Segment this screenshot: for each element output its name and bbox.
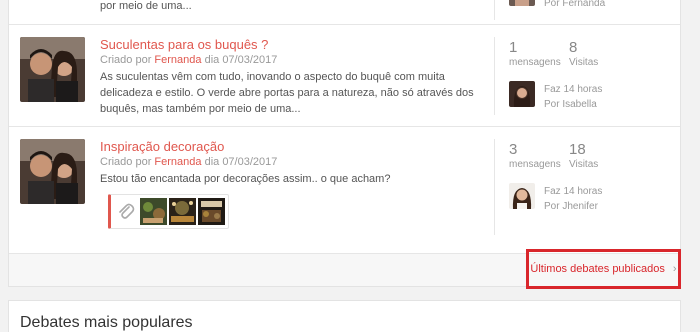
author-link[interactable]: Fernanda <box>154 156 201 168</box>
meta-prefix: Criado por <box>100 156 152 168</box>
latest-debates-link[interactable]: Últimos debates publicados › <box>526 249 681 289</box>
meta-date: dia 07/03/2017 <box>204 54 278 66</box>
messages-label: mensagens <box>509 159 561 170</box>
last-reply-time: Faz 14 horas <box>544 84 603 95</box>
last-reply-author[interactable]: Por Jhenifer <box>544 199 602 214</box>
last-reply-author[interactable]: Por Isabella <box>544 97 602 112</box>
messages-stat: 1 mensagens <box>509 39 561 68</box>
attachment-thumbnail[interactable] <box>198 198 225 225</box>
row-divider <box>494 0 495 20</box>
topic-meta: Criado por Fernanda dia 07/03/2017 <box>100 156 277 168</box>
messages-label: mensagens <box>509 57 561 68</box>
visits-label: Visitas <box>569 57 599 68</box>
author-link[interactable]: Fernanda <box>154 54 201 66</box>
last-reply-author[interactable]: Por Fernanda <box>544 0 605 9</box>
topic-title-link[interactable]: Suculentas para os buquês ? <box>100 37 268 52</box>
topic-title-link[interactable]: Inspiração decoração <box>100 139 224 154</box>
messages-count: 1 <box>509 39 518 56</box>
last-reply-avatar[interactable] <box>509 183 535 209</box>
topic-row: Suculentas para os buquês ? Criado por F… <box>9 25 680 127</box>
avatar[interactable] <box>20 139 85 204</box>
messages-count: 3 <box>509 141 518 158</box>
attachment-thumbnail[interactable] <box>169 198 196 225</box>
meta-date: dia 07/03/2017 <box>204 156 278 168</box>
last-reply-avatar[interactable] <box>509 0 535 6</box>
visits-stat: 8 Visitas <box>569 39 598 68</box>
chevron-right-icon: › <box>672 263 677 275</box>
avatar[interactable] <box>20 37 85 102</box>
topic-row: Inspiração decoração Criado por Fernanda… <box>9 127 680 253</box>
popular-debates-panel: Debates mais populares <box>8 300 681 332</box>
last-reply-time: Faz 14 horas <box>544 186 603 197</box>
row-divider <box>494 37 495 115</box>
topic-excerpt: As suculentas vêm com tudo, inovando o a… <box>100 71 474 115</box>
topic-meta: Criado por Fernanda dia 07/03/2017 <box>100 54 277 66</box>
paperclip-icon <box>117 202 135 227</box>
visits-count: 8 <box>569 39 578 56</box>
row-divider <box>494 139 495 235</box>
topic-excerpt: por meio de uma... <box>100 0 192 12</box>
attachment-thumbnail[interactable] <box>140 198 167 225</box>
attachments-strip[interactable] <box>108 194 229 229</box>
debates-panel: por meio de uma... Por Fernanda Suculent… <box>8 0 681 287</box>
topic-excerpt: Estou tão encantada por decorações assim… <box>100 173 391 185</box>
messages-stat: 3 mensagens <box>509 141 561 170</box>
visits-count: 18 <box>569 141 586 158</box>
topic-row-partial: por meio de uma... Por Fernanda <box>9 0 680 25</box>
meta-prefix: Criado por <box>100 54 152 66</box>
last-reply-avatar[interactable] <box>509 81 535 107</box>
visits-label: Visitas <box>569 159 599 170</box>
latest-debates-label: Últimos debates publicados <box>530 263 665 275</box>
section-title: Debates mais populares <box>20 314 193 331</box>
last-reply-info: Faz 14 horas Por Isabella <box>544 82 602 112</box>
last-reply-info: Faz 14 horas Por Jhenifer <box>544 184 602 214</box>
visits-stat: 18 Visitas <box>569 141 598 170</box>
